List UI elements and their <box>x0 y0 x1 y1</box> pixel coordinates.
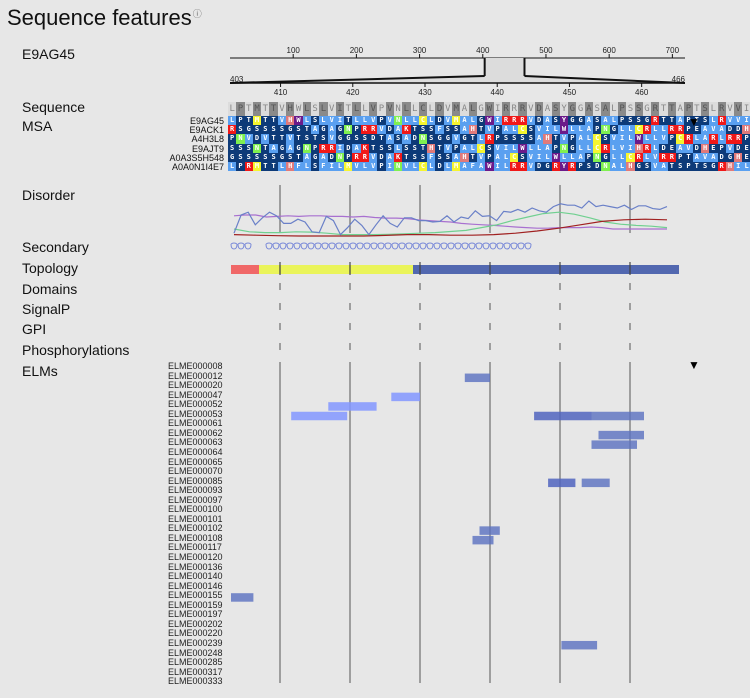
elm-hit-bar[interactable] <box>534 411 592 421</box>
elm-name[interactable]: ELME000333 <box>168 677 223 686</box>
helix-icon <box>321 242 329 250</box>
elm-name[interactable]: ELME000093 <box>168 486 223 495</box>
disorder-plot <box>233 200 668 237</box>
helix-icon <box>237 242 245 250</box>
elm-hit-bar[interactable] <box>472 535 494 545</box>
elm-hit-bar[interactable] <box>561 640 598 650</box>
topology-segment-extracellular <box>259 265 413 274</box>
helix-icon <box>503 242 511 250</box>
grid-lines <box>279 185 631 683</box>
helix-icon <box>335 242 343 250</box>
disorder-line-blue <box>233 200 668 236</box>
elm-hit-bar[interactable] <box>291 411 348 421</box>
elm-hit-bar[interactable] <box>581 478 610 488</box>
helix-icon <box>482 242 490 250</box>
helix-icon <box>517 242 525 250</box>
elms-expand-toggle-icon[interactable]: ▼ <box>688 358 700 372</box>
helix-icon <box>510 242 518 250</box>
helix-icon <box>524 242 532 250</box>
elm-name[interactable]: ELME000155 <box>168 591 223 600</box>
disorder-line-purple <box>233 214 667 230</box>
secondary-structure-track <box>230 242 532 250</box>
helix-icon <box>475 242 483 250</box>
helix-icon <box>496 242 504 250</box>
elm-name[interactable]: ELME000008 <box>168 362 223 371</box>
helix-icon <box>328 242 336 250</box>
helix-icon <box>433 242 441 250</box>
elm-hit-bar[interactable] <box>479 526 500 535</box>
helix-icon <box>426 242 434 250</box>
helix-icon <box>447 242 455 250</box>
helix-icon <box>265 242 273 250</box>
helix-icon <box>314 242 322 250</box>
helix-icon <box>307 242 315 250</box>
elm-hit-bar[interactable] <box>328 402 377 411</box>
elm-name[interactable]: ELME000100 <box>168 505 223 514</box>
helix-icon <box>377 242 385 250</box>
helix-icon <box>356 242 364 250</box>
helix-icon <box>398 242 406 250</box>
helix-icon <box>244 242 252 250</box>
helix-icon <box>349 242 357 250</box>
elm-name[interactable]: ELME000140 <box>168 572 223 581</box>
helix-icon <box>468 242 476 250</box>
elm-hits <box>231 373 645 650</box>
elm-name[interactable]: ELME000020 <box>168 381 223 390</box>
helix-icon <box>279 242 287 250</box>
helix-icon <box>391 242 399 250</box>
topology-segment-membrane <box>413 265 679 274</box>
elm-name[interactable]: ELME000070 <box>168 467 223 476</box>
helix-icon <box>405 242 413 250</box>
helix-icon <box>363 242 371 250</box>
helix-icon <box>454 242 462 250</box>
elm-name[interactable]: ELME000239 <box>168 638 223 648</box>
elm-name[interactable]: ELME000120 <box>168 553 223 562</box>
elm-name[interactable]: ELME000197 <box>168 610 223 619</box>
elm-name[interactable]: ELME000285 <box>168 658 223 667</box>
elm-hit-bar[interactable] <box>598 430 645 440</box>
helix-icon <box>489 242 497 250</box>
elm-name[interactable]: ELME000064 <box>168 447 223 457</box>
topology-segment-signal <box>231 265 259 274</box>
elm-hit-bar[interactable] <box>591 440 638 449</box>
elm-hit-bar[interactable] <box>464 373 490 383</box>
helix-icon <box>300 242 308 250</box>
helix-icon <box>461 242 469 250</box>
helix-icon <box>230 242 238 250</box>
elm-name[interactable]: ELME000061 <box>168 419 223 428</box>
disorder-line-green <box>233 211 668 236</box>
helix-icon <box>370 242 378 250</box>
elm-hit-bar[interactable] <box>591 411 645 421</box>
helix-icon <box>384 242 392 250</box>
topology-track <box>231 265 679 274</box>
helix-icon <box>419 242 427 250</box>
helix-icon <box>293 242 301 250</box>
elm-hit-bar[interactable] <box>231 593 254 602</box>
helix-icon <box>286 242 294 250</box>
helix-icon <box>440 242 448 250</box>
elm-hit-bar[interactable] <box>548 478 576 488</box>
helix-icon <box>272 242 280 250</box>
elm-hit-bar[interactable] <box>391 392 420 402</box>
elm-name[interactable]: ELME000052 <box>168 400 223 409</box>
feature-tracks <box>230 185 679 683</box>
helix-icon <box>342 242 350 250</box>
elm-name[interactable]: ELME000102 <box>168 524 223 533</box>
helix-icon <box>412 242 420 250</box>
